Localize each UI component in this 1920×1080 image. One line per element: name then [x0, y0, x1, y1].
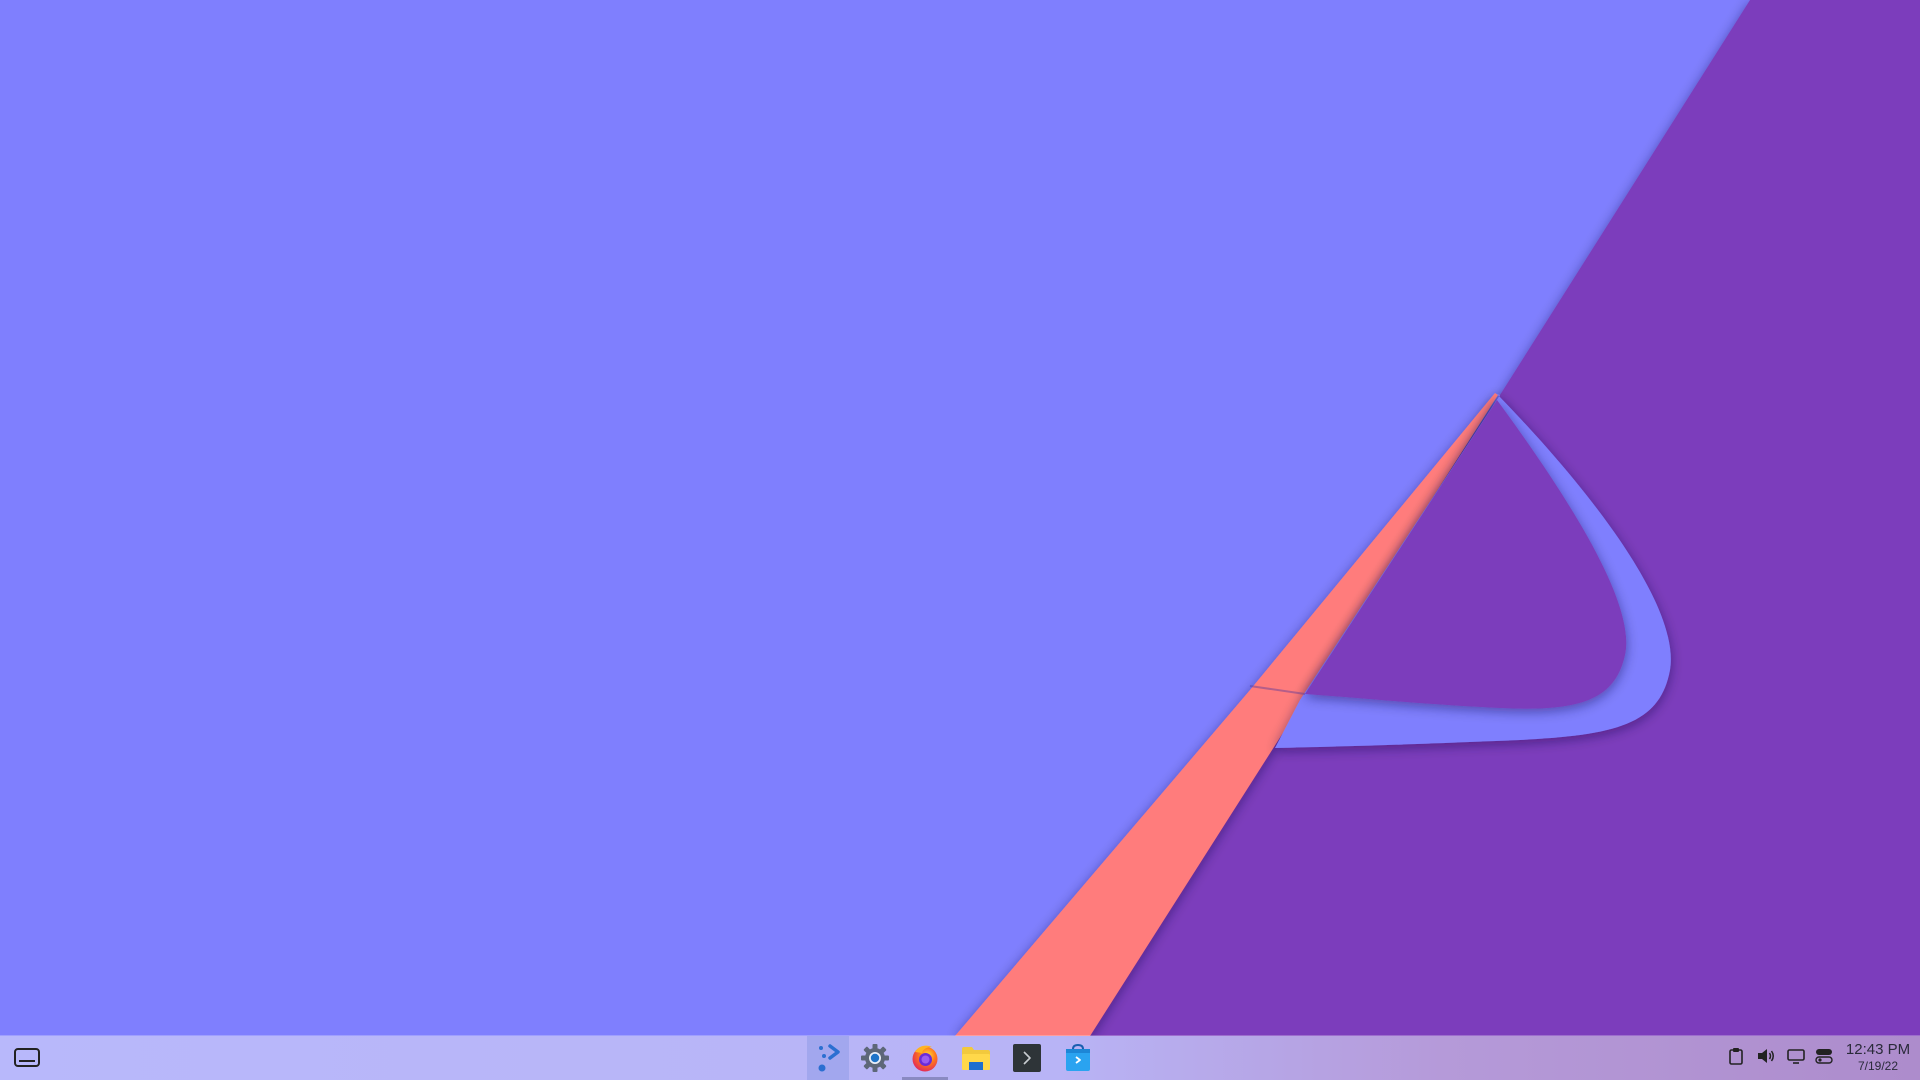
desktop-wallpaper [0, 0, 1920, 1036]
folder-icon [960, 1044, 992, 1072]
desktop[interactable] [0, 0, 1920, 1036]
show-desktop-icon [13, 1047, 41, 1069]
taskbar-app-terminal[interactable] [1004, 1036, 1050, 1080]
tray-volume[interactable] [1753, 1036, 1779, 1080]
taskbar-app-store[interactable] [1055, 1036, 1101, 1080]
taskbar-app-firefox[interactable] [902, 1036, 948, 1080]
show-desktop-button[interactable] [8, 1036, 46, 1080]
tray-clipboard[interactable] [1723, 1036, 1749, 1080]
toggle-switch-icon [1815, 1047, 1833, 1070]
display-icon [1786, 1047, 1806, 1070]
tray-display[interactable] [1783, 1036, 1809, 1080]
store-bag-icon [1063, 1043, 1093, 1073]
settings-gear-icon [860, 1043, 890, 1073]
clock-date: 7/19/22 [1857, 1059, 1899, 1073]
tray-status-toggle[interactable] [1811, 1036, 1837, 1080]
app-launcher-icon [813, 1041, 843, 1075]
digital-clock[interactable]: 12:43 PM 7/19/22 [1838, 1041, 1918, 1073]
firefox-icon [910, 1043, 940, 1073]
clock-time: 12:43 PM [1845, 1041, 1911, 1058]
clipboard-icon [1728, 1047, 1744, 1070]
terminal-icon [1012, 1043, 1042, 1073]
taskbar-app-settings[interactable] [854, 1036, 896, 1080]
app-launcher-button[interactable] [807, 1036, 849, 1080]
taskbar: 12:43 PM 7/19/22 [0, 1036, 1920, 1080]
taskbar-app-files[interactable] [953, 1036, 999, 1080]
volume-icon [1756, 1047, 1776, 1070]
